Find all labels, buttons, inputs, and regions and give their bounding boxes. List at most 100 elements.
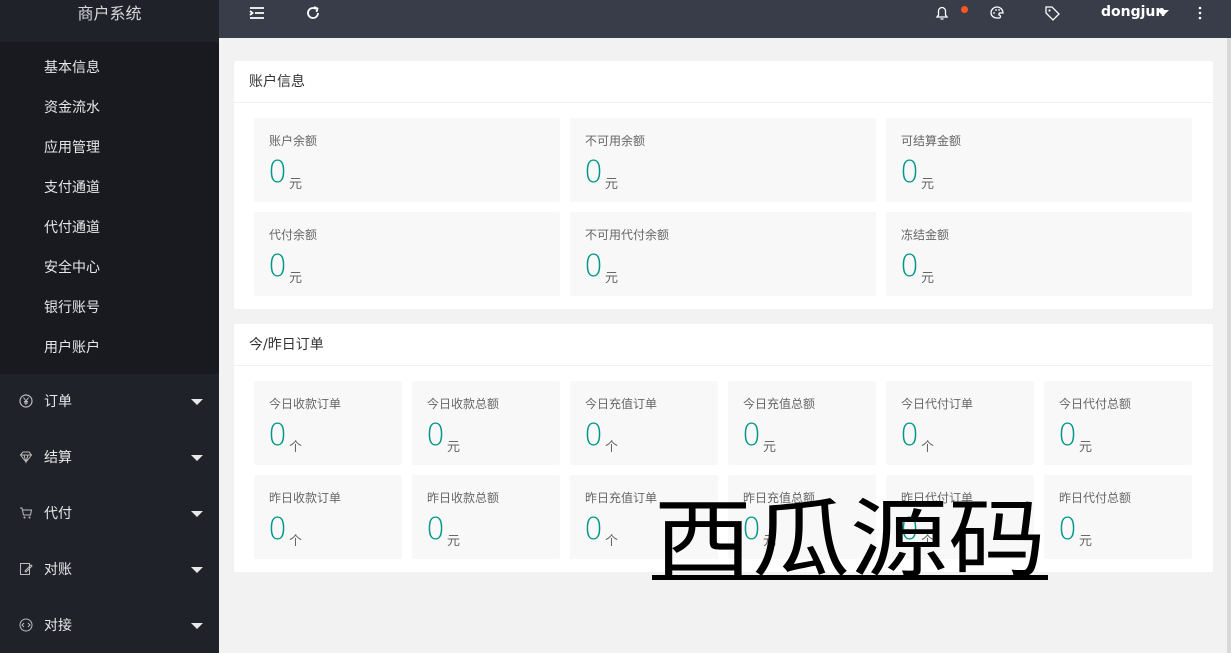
stat-card: 昨日代付总额 0 元 bbox=[1044, 475, 1192, 559]
sidebar-item-payout-channel[interactable]: 代付通道 bbox=[0, 208, 219, 248]
stat-card: 不可用代付余额 0 元 bbox=[570, 212, 876, 296]
stat-unit: 元 bbox=[447, 534, 461, 549]
palette-icon[interactable] bbox=[988, 4, 1008, 24]
app-title: 商户系统 bbox=[0, 0, 219, 28]
menu-settlement[interactable]: 结算 bbox=[0, 430, 219, 486]
top-header: dongjun bbox=[219, 0, 1231, 38]
menu-label: 对账 bbox=[44, 562, 72, 578]
menu-orders[interactable]: 订单 bbox=[0, 374, 219, 430]
stat-label: 昨日充值订单 bbox=[585, 491, 658, 505]
stat-card: 代付余额 0 元 bbox=[254, 212, 560, 296]
watermark-text: 西瓜源码 bbox=[654, 490, 1046, 587]
stat-value: 0 bbox=[900, 418, 920, 453]
stat-value: 0 bbox=[1058, 512, 1078, 547]
card-title: 今/昨日订单 bbox=[234, 324, 1213, 366]
menu-label: 代付 bbox=[44, 506, 72, 522]
chevron-down-icon bbox=[191, 567, 203, 573]
cart-icon bbox=[19, 506, 33, 520]
chevron-down-icon[interactable] bbox=[1157, 10, 1169, 16]
scrollbar[interactable] bbox=[1227, 38, 1231, 653]
watermark: 西瓜源码 bbox=[652, 487, 1048, 590]
stat-label: 代付余额 bbox=[269, 228, 318, 242]
stat-unit: 元 bbox=[605, 271, 619, 286]
stat-unit: 个 bbox=[921, 440, 935, 455]
sidebar-item-security[interactable]: 安全中心 bbox=[0, 248, 219, 288]
menu-label: 订单 bbox=[44, 394, 72, 410]
stat-unit: 元 bbox=[289, 177, 303, 192]
menu-label: 结算 bbox=[44, 450, 72, 466]
menu-reconcile[interactable]: 对账 bbox=[0, 542, 219, 598]
stat-label: 昨日收款总额 bbox=[427, 491, 500, 505]
bell-icon[interactable] bbox=[933, 4, 953, 24]
stat-value: 0 bbox=[742, 418, 762, 453]
refresh-icon[interactable] bbox=[304, 4, 324, 24]
code-icon bbox=[19, 618, 33, 632]
stat-label: 账户余额 bbox=[269, 134, 318, 148]
stat-label: 昨日收款订单 bbox=[269, 491, 342, 505]
username[interactable]: dongjun bbox=[1101, 4, 1165, 20]
stat-card: 不可用余额 0 元 bbox=[570, 118, 876, 202]
stat-value: 0 bbox=[584, 155, 604, 190]
sidebar-item-basic-info[interactable]: 基本信息 bbox=[0, 48, 219, 88]
stat-unit: 元 bbox=[1079, 534, 1093, 549]
yen-icon bbox=[19, 394, 33, 408]
stat-unit: 元 bbox=[921, 177, 935, 192]
stat-value: 0 bbox=[426, 418, 446, 453]
chevron-down-icon bbox=[191, 399, 203, 405]
stat-value: 0 bbox=[268, 249, 288, 284]
menu-payout[interactable]: 代付 bbox=[0, 486, 219, 542]
stat-unit: 个 bbox=[605, 440, 619, 455]
stat-label: 冻结金额 bbox=[901, 228, 950, 242]
menu-integration[interactable]: 对接 bbox=[0, 598, 219, 653]
stat-unit: 元 bbox=[289, 271, 303, 286]
stat-unit: 元 bbox=[605, 177, 619, 192]
stat-card: 今日收款订单 0 个 bbox=[254, 381, 402, 465]
tag-icon[interactable] bbox=[1044, 4, 1064, 24]
stat-value: 0 bbox=[584, 418, 604, 453]
stat-card: 可结算金额 0 元 bbox=[886, 118, 1192, 202]
stat-unit: 个 bbox=[289, 534, 303, 549]
stat-unit: 个 bbox=[289, 440, 303, 455]
sidebar: 商户系统 基本信息 资金流水 应用管理 支付通道 代付通道 安全中心 银行账号 … bbox=[0, 0, 219, 653]
sidebar-item-bank-account[interactable]: 银行账号 bbox=[0, 288, 219, 328]
stat-card: 今日代付订单 0 个 bbox=[886, 381, 1034, 465]
card-title: 账户信息 bbox=[234, 61, 1213, 103]
menu-label: 对接 bbox=[44, 618, 72, 634]
stat-card: 今日充值总额 0 元 bbox=[728, 381, 876, 465]
sidebar-item-user-account[interactable]: 用户账户 bbox=[0, 328, 219, 368]
menu-icon[interactable] bbox=[248, 4, 268, 24]
stat-unit: 元 bbox=[763, 440, 777, 455]
stat-value: 0 bbox=[426, 512, 446, 547]
stat-label: 今日代付订单 bbox=[901, 397, 974, 411]
stat-value: 0 bbox=[268, 512, 288, 547]
account-info-card: 账户信息 账户余额 0 元不可用余额 0 元可结算金额 0 元代付余额 0 元不可用代付余额 0 元… bbox=[234, 61, 1213, 309]
stat-value: 0 bbox=[1058, 418, 1078, 453]
stat-card: 今日收款总额 0 元 bbox=[412, 381, 560, 465]
main-menu: 订单 结算 代付 对账 对接 bbox=[0, 374, 219, 653]
sidebar-item-pay-channel[interactable]: 支付通道 bbox=[0, 168, 219, 208]
stat-card: 冻结金额 0 元 bbox=[886, 212, 1192, 296]
stat-card: 昨日收款订单 0 个 bbox=[254, 475, 402, 559]
stat-label: 今日收款订单 bbox=[269, 397, 342, 411]
edit-icon bbox=[19, 562, 33, 576]
sidebar-item-app-manage[interactable]: 应用管理 bbox=[0, 128, 219, 168]
notification-badge bbox=[961, 6, 968, 13]
sidebar-item-fund-flow[interactable]: 资金流水 bbox=[0, 88, 219, 128]
stat-unit: 个 bbox=[605, 534, 619, 549]
submenu: 基本信息 资金流水 应用管理 支付通道 代付通道 安全中心 银行账号 用户账户 bbox=[0, 42, 219, 374]
stat-value: 0 bbox=[268, 418, 288, 453]
chevron-down-icon bbox=[191, 511, 203, 517]
stat-value: 0 bbox=[268, 155, 288, 190]
stat-label: 今日收款总额 bbox=[427, 397, 500, 411]
stat-label: 今日充值订单 bbox=[585, 397, 658, 411]
chevron-down-icon bbox=[191, 455, 203, 461]
diamond-icon bbox=[19, 450, 33, 464]
stat-value: 0 bbox=[900, 249, 920, 284]
stat-label: 今日充值总额 bbox=[743, 397, 816, 411]
more-icon[interactable] bbox=[1191, 4, 1211, 24]
chevron-down-icon bbox=[191, 623, 203, 629]
stat-label: 昨日代付总额 bbox=[1059, 491, 1132, 505]
stat-label: 不可用余额 bbox=[585, 134, 646, 148]
stat-value: 0 bbox=[900, 155, 920, 190]
stat-card: 账户余额 0 元 bbox=[254, 118, 560, 202]
